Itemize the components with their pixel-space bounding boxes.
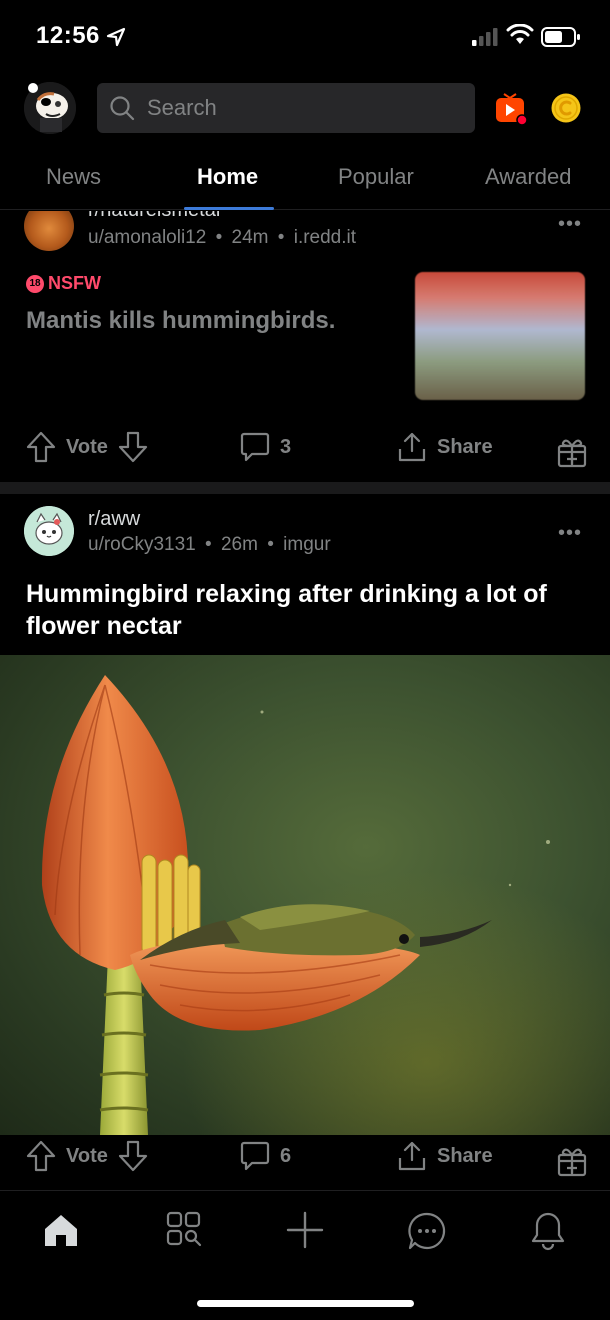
tab-news[interactable]: News <box>46 164 101 190</box>
share-label: Share <box>437 435 493 458</box>
subreddit-avatar[interactable] <box>24 211 74 251</box>
post-meta: u/amonaloli12 • 24m • i.redd.it <box>88 227 356 249</box>
tab-awarded[interactable]: Awarded <box>485 164 571 190</box>
vote-group: Vote <box>26 431 148 463</box>
more-options-icon[interactable]: ••• <box>558 522 582 545</box>
post-card[interactable]: r/natureismetal u/amonaloli12 • 24m • i.… <box>0 211 610 481</box>
hummingbird-on-flower-illustration <box>0 655 610 1135</box>
more-options-icon[interactable]: ••• <box>558 213 582 236</box>
share-label: Share <box>437 1144 493 1167</box>
bottom-navigation <box>0 1190 610 1270</box>
comment-icon <box>240 1141 270 1171</box>
status-bar: 12:56 <box>0 0 610 70</box>
chat-icon[interactable] <box>407 1211 447 1251</box>
avatar <box>24 82 76 134</box>
post-author[interactable]: u/amonaloli12 <box>88 227 206 248</box>
upvote-icon[interactable] <box>26 1140 56 1172</box>
home-indicator[interactable] <box>197 1300 414 1307</box>
comment-count: 6 <box>280 1144 292 1167</box>
browse-icon[interactable] <box>166 1211 202 1247</box>
subreddit-name[interactable]: r/aww <box>88 508 140 531</box>
create-icon[interactable] <box>286 1211 324 1249</box>
post-domain[interactable]: imgur <box>283 534 331 555</box>
battery-icon <box>541 27 580 47</box>
active-tab-indicator <box>184 207 274 210</box>
location-arrow-icon <box>106 27 126 47</box>
tab-popular[interactable]: Popular <box>338 164 414 190</box>
comment-count: 3 <box>280 435 292 458</box>
search-placeholder: Search <box>147 95 217 120</box>
share-button[interactable]: Share <box>397 1140 493 1172</box>
award-icon[interactable] <box>556 1144 588 1178</box>
post-divider <box>0 482 610 494</box>
comment-icon <box>240 432 270 462</box>
video-icon[interactable] <box>494 92 528 126</box>
post-author[interactable]: u/roCky3131 <box>88 534 196 555</box>
notifications-icon[interactable] <box>530 1211 566 1251</box>
post-thumbnail[interactable] <box>415 272 585 400</box>
meta-separator: • <box>215 227 223 248</box>
post-title[interactable]: Hummingbird relaxing after drinking a lo… <box>26 578 586 642</box>
post-image[interactable] <box>0 655 610 1135</box>
search-input[interactable]: Search <box>97 83 475 133</box>
share-button[interactable]: Share <box>397 431 493 463</box>
nsfw-tag: 18 NSFW <box>26 273 101 294</box>
post-age: 24m <box>231 227 269 248</box>
nsfw-badge-icon: 18 <box>26 274 44 293</box>
home-icon[interactable] <box>42 1211 80 1249</box>
cellular-signal-icon <box>472 28 498 46</box>
vote-label: Vote <box>66 435 108 458</box>
meta-separator: • <box>267 534 274 555</box>
upvote-icon[interactable] <box>26 431 56 463</box>
meta-separator: • <box>205 534 212 555</box>
wifi-icon <box>506 24 534 44</box>
award-icon[interactable] <box>556 435 588 469</box>
subreddit-name[interactable]: r/natureismetal <box>88 211 220 222</box>
post-title[interactable]: Mantis kills hummingbirds. <box>26 307 335 335</box>
comments-button[interactable]: 6 <box>240 1140 291 1172</box>
tab-home[interactable]: Home <box>197 164 258 190</box>
comments-button[interactable]: 3 <box>240 431 291 463</box>
post-age: 26m <box>220 534 258 555</box>
downvote-icon[interactable] <box>118 1140 148 1172</box>
vote-group: Vote <box>26 1140 148 1172</box>
downvote-icon[interactable] <box>118 431 148 463</box>
share-icon <box>398 1141 426 1171</box>
status-time: 12:56 <box>36 22 100 49</box>
share-icon <box>398 432 426 462</box>
post-meta: u/roCky3131 • 26m • imgur <box>88 534 331 556</box>
subreddit-avatar[interactable] <box>24 506 74 556</box>
search-icon <box>110 96 135 121</box>
coin-icon[interactable] <box>550 92 582 124</box>
feed-tabs: News Home Popular Awarded <box>0 150 610 210</box>
nsfw-label: NSFW <box>48 273 101 293</box>
post-actions: Vote 6 Share <box>0 1140 610 1190</box>
post-domain[interactable]: i.redd.it <box>294 227 356 248</box>
meta-separator: • <box>277 227 285 248</box>
vote-label: Vote <box>66 1144 108 1167</box>
post-actions: Vote 3 Share <box>0 431 610 481</box>
user-avatar-button[interactable] <box>24 82 76 134</box>
